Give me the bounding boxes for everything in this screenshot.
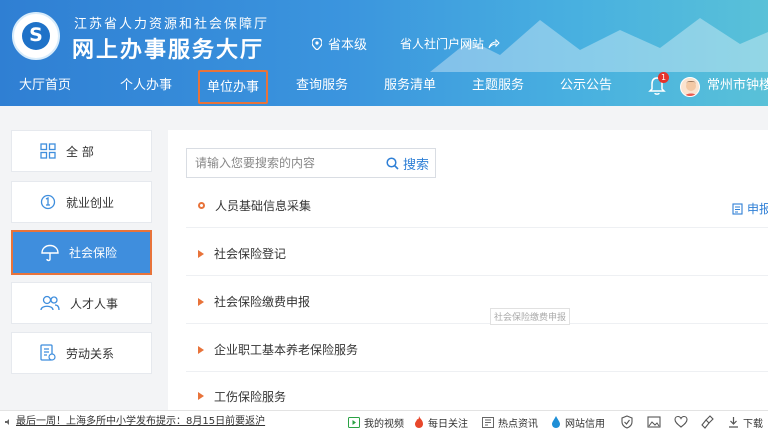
service-item-insurance-registration[interactable]: 社会保险登记: [186, 232, 768, 276]
search-input[interactable]: [187, 149, 377, 177]
sidebar-item-labor-relations[interactable]: 劳动关系: [11, 332, 152, 374]
hover-tooltip: 社会保险缴费申报: [490, 308, 571, 325]
nav-item-theme[interactable]: 主题服务: [462, 70, 534, 104]
service-list-panel: 搜索 申报 人员基础信息采集 社会保险登记 社会保险缴费申报 企业职工基本养老保…: [168, 130, 768, 410]
sidebar-item-label: 就业创业: [66, 195, 115, 210]
portal-link[interactable]: 省人社门户网站: [400, 35, 500, 52]
tool-label: 网站信用: [565, 418, 605, 430]
logo-s-icon: S: [29, 24, 43, 46]
triangle-bullet-icon: [198, 297, 204, 306]
volume-icon: [5, 419, 9, 425]
site-logo[interactable]: S: [12, 12, 60, 60]
sidebar-item-talent[interactable]: 人才人事: [11, 282, 152, 324]
region-label: 省本级: [328, 38, 368, 53]
search-button[interactable]: 搜索: [386, 154, 429, 173]
tool-hot-news[interactable]: 热点资讯: [482, 411, 538, 433]
tool-label: 热点资讯: [498, 418, 538, 430]
ring-bullet-icon: [198, 202, 205, 209]
triangle-bullet-icon: [198, 249, 204, 258]
tool-my-video[interactable]: 我的视频: [348, 411, 404, 433]
news-ticker[interactable]: 最后一周！上海多所中小学发布提示：8月15日前要返沪: [4, 411, 265, 433]
grid-icon: [40, 143, 56, 159]
site-title: 网上办事服务大厅: [72, 38, 265, 63]
video-icon: [348, 416, 360, 428]
triangle-bullet-icon: [198, 392, 204, 400]
heart-pulse-icon[interactable]: [674, 415, 688, 429]
download-button[interactable]: 下载: [728, 411, 763, 433]
nav-item-service-list[interactable]: 服务清单: [374, 70, 446, 104]
sidebar-item-all[interactable]: 全 部: [11, 130, 152, 172]
tool-label: 每日关注: [428, 418, 468, 430]
service-item-pension-service[interactable]: 企业职工基本养老保险服务: [186, 328, 768, 372]
search-box: 搜索: [186, 148, 436, 178]
tool-label: 我的视频: [364, 418, 404, 430]
avatar[interactable]: [680, 77, 700, 97]
document-icon: [40, 344, 56, 361]
service-item-label: 企业职工基本养老保险服务: [214, 343, 359, 357]
sidebar-item-label: 人才人事: [70, 296, 119, 311]
search-icon: [386, 157, 399, 170]
service-item-personnel-info[interactable]: 人员基础信息采集: [186, 184, 768, 228]
user-name[interactable]: 常州市钟楼: [707, 70, 768, 102]
service-item-label: 工伤保险服务: [214, 389, 287, 404]
download-label: 下载: [743, 418, 763, 430]
sidebar-item-label: 劳动关系: [66, 346, 115, 361]
flame-icon: [415, 416, 423, 428]
org-name: 江苏省人力资源和社会保障厅: [74, 17, 270, 32]
triangle-bullet-icon: [198, 345, 204, 354]
tool-daily-focus[interactable]: 每日关注: [414, 411, 468, 433]
notification-badge: 1: [658, 72, 669, 83]
news-icon: [482, 416, 494, 428]
nav-item-notice[interactable]: 公示公告: [550, 70, 622, 104]
tool-site-credit[interactable]: 网站信用: [551, 411, 605, 433]
service-item-label: 社会保险缴费申报: [214, 295, 311, 309]
service-item-label: 社会保险登记: [214, 247, 287, 261]
nav-item-home[interactable]: 大厅首页: [10, 70, 80, 104]
image-icon[interactable]: [647, 415, 661, 429]
sidebar-item-label: 全 部: [66, 144, 94, 159]
service-item-label: 人员基础信息采集: [215, 199, 312, 213]
nav-item-organization[interactable]: 单位办事: [198, 70, 268, 104]
category-sidebar: 全 部 就业创业 社会保险 人才人事 劳动关系: [0, 106, 164, 410]
header-banner: S 江苏省人力资源和社会保障厅 网上办事服务大厅 省本级 省人社门户网站 大厅首…: [0, 0, 768, 106]
search-button-label: 搜索: [402, 158, 429, 173]
briefcase-icon: [40, 194, 56, 210]
share-arrow-icon: [488, 38, 500, 48]
sidebar-item-label: 社会保险: [69, 246, 118, 260]
news-text: 最后一周！上海多所中小学发布提示：8月15日前要返沪: [16, 416, 266, 427]
sidebar-item-social-insurance[interactable]: 社会保险: [11, 230, 152, 275]
location-pin-icon: [312, 37, 322, 50]
region-selector[interactable]: 省本级: [312, 34, 367, 53]
nav-item-query[interactable]: 查询服务: [286, 70, 358, 104]
umbrella-icon: [41, 244, 59, 261]
sidebar-item-employment[interactable]: 就业创业: [11, 181, 152, 223]
broom-icon[interactable]: [701, 415, 715, 429]
portal-link-label: 省人社门户网站: [400, 37, 485, 51]
users-icon: [40, 295, 60, 311]
browser-bottom-bar: 最后一周！上海多所中小学发布提示：8月15日前要返沪 我的视频 每日关注 热点资…: [0, 410, 768, 442]
drop-icon: [552, 416, 560, 428]
shield-icon[interactable]: [620, 415, 634, 429]
service-item-contribution-declaration[interactable]: 社会保险缴费申报: [186, 280, 768, 324]
download-icon: [729, 417, 738, 428]
nav-item-personal[interactable]: 个人办事: [108, 70, 184, 104]
